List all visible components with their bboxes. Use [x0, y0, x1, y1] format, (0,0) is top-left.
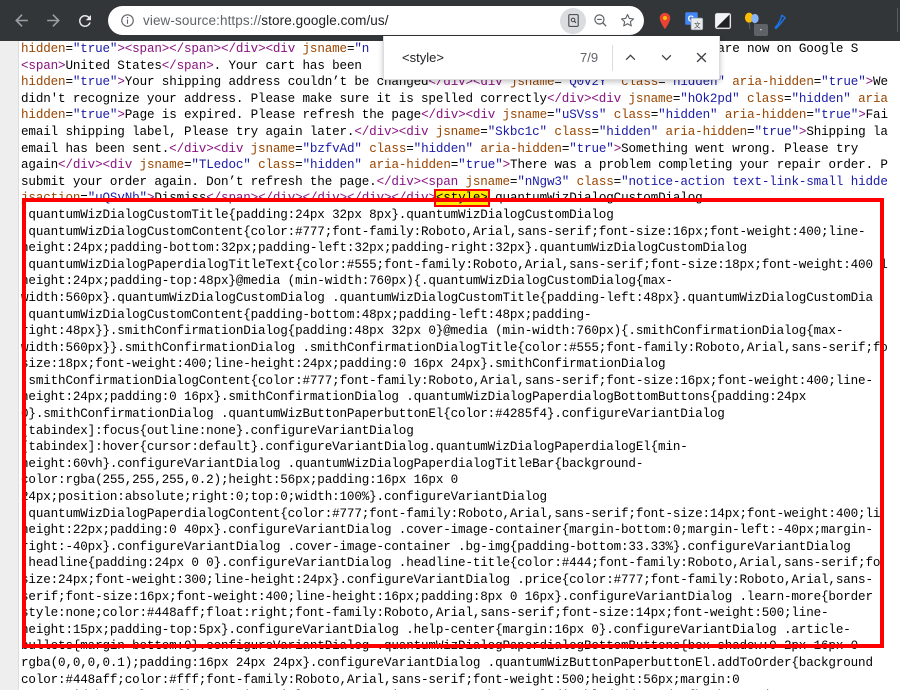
source-line: didn't recognize your address. Please ma…	[21, 91, 888, 106]
source-line: size:24px;font-weight:300;line-height:24…	[21, 573, 873, 587]
omnibox-actions	[560, 7, 640, 34]
source-line: serif;font-size:16px;font-weight:400;lin…	[21, 589, 873, 604]
browser-window: view-source:https://store.google.com/us/	[0, 0, 900, 690]
source-line: height:24px;padding-top:48px}@media (min…	[21, 274, 673, 289]
source-line: height:60vh}.configureVariantDialog .qua…	[21, 456, 644, 471]
source-line: again</div><div jsname="TLedoc" class="h…	[21, 158, 888, 173]
source-line: right:48px}}.smithConfirmationDialog{pad…	[21, 324, 844, 339]
source-line: .quantumWizDialogCustomContent{padding-b…	[21, 307, 592, 322]
reload-icon	[78, 14, 91, 27]
find-input[interactable]	[384, 36, 580, 79]
source-line: width:560px}.quantumWizDialogCustomDialo…	[21, 290, 873, 305]
source-line: [tabindex]:hover{cursor:default}.configu…	[21, 440, 688, 455]
extension-icons: G 文 -	[654, 10, 792, 36]
close-icon	[696, 52, 707, 63]
chevron-up-icon	[625, 54, 636, 61]
back-arrow-icon	[14, 14, 28, 27]
url-scheme: view-source:https://	[143, 13, 262, 28]
find-next-button[interactable]	[648, 36, 683, 79]
source-line: 0}.smithConfirmationDialog .quantumWizBu…	[21, 407, 725, 422]
zoom-out-icon[interactable]	[587, 8, 613, 34]
source-line: hidden="true">Page is expired. Please re…	[21, 108, 888, 123]
find-match-count: 7/9	[580, 50, 599, 65]
extension-badge: -	[754, 23, 768, 36]
bookmark-star-icon[interactable]	[614, 8, 640, 34]
source-line: right:-40px}.configureVariantDialog .cov…	[21, 539, 851, 554]
view-source-pane[interactable]: hidden="true"><span></span></div><div js…	[0, 41, 900, 690]
maps-pin-icon[interactable]	[654, 10, 676, 32]
source-line: .quantumWizDialogPaperdialogContent{colo…	[21, 506, 881, 521]
forward-button[interactable]	[38, 6, 68, 36]
chevron-down-icon	[661, 54, 671, 61]
source-line: 24px;position:absolute;right:0;top:0;wid…	[21, 490, 547, 505]
source-line: color:#448aff;color:#fff;font-family:Rob…	[21, 672, 740, 687]
source-line: height:24px;padding-bottom:32px;padding-…	[21, 241, 747, 256]
source-line: height:15px;padding-top:5px}.configureVa…	[21, 622, 851, 637]
dark-reader-icon[interactable]	[712, 10, 734, 32]
find-in-page-bar[interactable]: 7/9	[383, 36, 720, 80]
google-translate-icon[interactable]: G 文	[683, 10, 705, 32]
back-button[interactable]	[6, 6, 36, 36]
svg-text:文: 文	[694, 20, 701, 29]
search-page-icon[interactable]	[560, 7, 586, 34]
source-line: bullets{margin-bottom:0}.configureVarian…	[21, 639, 859, 654]
source-line: height:22px;padding:0 40px}.configureVar…	[21, 523, 873, 538]
url-text: view-source:https://store.google.com/us/	[143, 13, 560, 28]
page-info-icon[interactable]	[118, 12, 136, 30]
url-host-path: store.google.com/us/	[261, 13, 389, 28]
find-previous-button[interactable]	[613, 36, 648, 79]
source-line: color:rgba(255,255,255,0.2);height:56px;…	[21, 473, 459, 488]
toolbar-divider	[897, 8, 898, 32]
source-line: .quantumWizDialogCustomContent{color:#77…	[21, 224, 866, 239]
source-line: height:24px;padding:0 16px}.smithConfirm…	[21, 390, 807, 405]
line-number-gutter	[0, 41, 19, 690]
source-line: email shipping label, Please try again l…	[21, 124, 888, 139]
pen-tool-icon[interactable]	[770, 10, 792, 32]
source-line: .quantumWizDialogCustomTitle{padding:24p…	[21, 207, 614, 222]
source-line: rgba(0,0,0,0.1);padding:16px 24px 24px}.…	[21, 655, 873, 670]
source-code-text: hidden="true"><span></span></div><div js…	[21, 41, 900, 690]
source-line: [tabindex]:focus{outline:none}.configure…	[21, 423, 414, 438]
balloons-icon[interactable]: -	[741, 10, 768, 36]
find-highlight-active: <style>	[433, 189, 490, 208]
forward-arrow-icon	[46, 14, 60, 27]
source-line: style:none;color:#448aff;float:right;fon…	[21, 606, 829, 621]
source-line: .quantumWizDialogPaperdialogTitleText{co…	[21, 257, 888, 272]
source-line: submit your order again. Don’t refresh t…	[21, 174, 888, 189]
reload-button[interactable]	[70, 6, 100, 36]
source-line: jsaction="uQSvNb">Dismiss</span></div></…	[21, 189, 703, 208]
browser-toolbar: view-source:https://store.google.com/us/	[0, 0, 900, 41]
navigation-buttons	[0, 6, 100, 36]
source-line: width:560px}}.smithConfirmationDialog .s…	[21, 340, 888, 355]
address-bar[interactable]: view-source:https://store.google.com/us/	[108, 6, 644, 35]
source-line: email has been sent.</div><div jsname="b…	[21, 141, 859, 156]
find-close-button[interactable]	[684, 36, 719, 79]
source-line: .smithConfirmationDialogContent{color:#7…	[21, 373, 873, 388]
source-line: .headline{padding:24px 0 0}.configureVar…	[21, 556, 881, 571]
source-line: size:18px;font-weight:400;line-height:24…	[21, 357, 666, 372]
